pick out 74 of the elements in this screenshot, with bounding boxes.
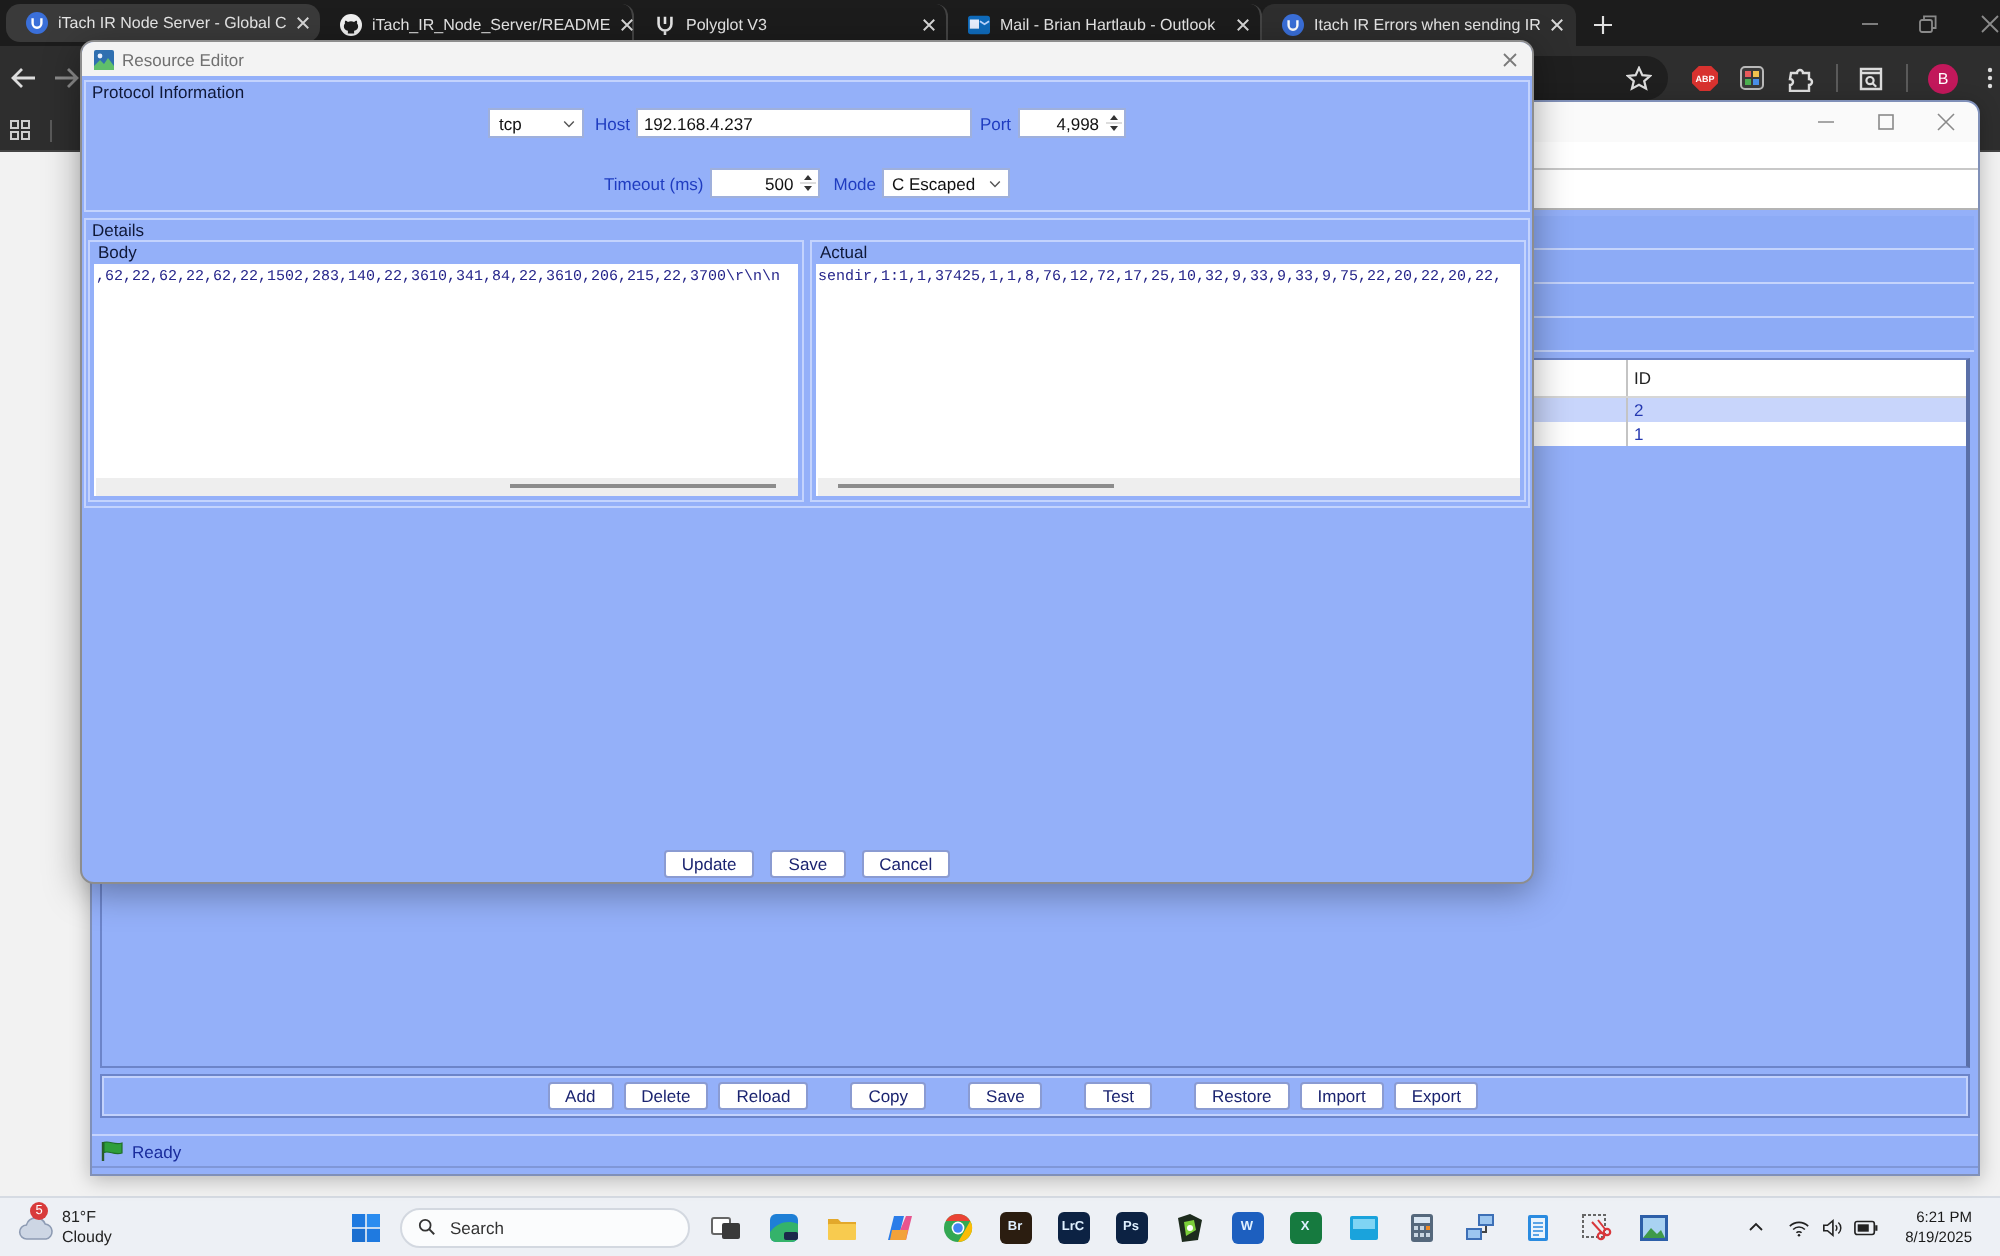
spinner-arrows-icon[interactable]	[799, 170, 816, 196]
status-text: Ready	[132, 1141, 182, 1161]
pane-title: Actual	[818, 242, 870, 262]
wifi-icon[interactable]	[1787, 1217, 1810, 1237]
host-label: Host	[594, 113, 630, 133]
landscape-picture-icon	[94, 49, 114, 69]
horizontal-scrollbar[interactable]	[96, 478, 798, 496]
restore-icon[interactable]	[1918, 13, 1938, 33]
window-title: Resource Editor	[122, 49, 244, 69]
chevron-down-icon	[562, 119, 577, 127]
toolbar-button[interactable]: Import	[1299, 1082, 1384, 1110]
browser-tab[interactable]: iTach IR Node Server - Global C	[6, 4, 320, 42]
slanted-stripes-icon[interactable]	[883, 1211, 915, 1243]
toolbar-button[interactable]: Test	[1084, 1082, 1152, 1110]
horizontal-scrollbar[interactable]	[818, 478, 1520, 496]
close-icon[interactable]	[1980, 13, 2000, 33]
dialog-button[interactable]: Update	[663, 850, 755, 878]
network-computers-icon[interactable]	[1463, 1211, 1495, 1243]
port-spinner[interactable]: 4,998	[1017, 108, 1126, 138]
disc-logo-icon	[26, 12, 48, 34]
four-squares-icon[interactable]	[352, 1213, 380, 1241]
app-logo-icon[interactable]	[767, 1211, 799, 1243]
scissors-icon[interactable]	[1579, 1211, 1611, 1243]
back-arrow-icon[interactable]	[10, 66, 36, 90]
apps-grid-icon[interactable]	[10, 120, 30, 140]
plus-icon[interactable]	[1594, 16, 1612, 34]
flag-icon	[100, 1140, 124, 1162]
weather-condition: Cloudy	[62, 1227, 112, 1247]
calculator-icon[interactable]	[1405, 1211, 1437, 1243]
cloud-icon[interactable]	[18, 1215, 54, 1239]
dialog-button[interactable]: Save	[770, 850, 846, 878]
toolbar-button[interactable]: Save	[968, 1082, 1043, 1110]
speaker-icon[interactable]	[1821, 1217, 1842, 1237]
picture-icon[interactable]	[1637, 1211, 1669, 1243]
overlapping-windows-icon[interactable]	[709, 1211, 741, 1243]
palette-icon[interactable]	[1740, 66, 1764, 90]
menu-icon[interactable]	[1986, 66, 1994, 90]
chevron-up-icon[interactable]	[1747, 1222, 1764, 1232]
toolbar-button[interactable]: Delete	[623, 1082, 709, 1110]
port-label: Port	[979, 113, 1012, 133]
spinner-arrows-icon[interactable]	[1105, 110, 1122, 136]
fork-glyph-icon	[654, 14, 676, 36]
toolbar-button[interactable]: Add	[547, 1082, 614, 1110]
search-button[interactable]: Search	[400, 1207, 690, 1247]
star-icon[interactable]	[1626, 65, 1652, 91]
profile-button[interactable]: B	[1928, 63, 1958, 93]
mode-label: Mode	[833, 173, 876, 193]
mode-dropdown[interactable]: C Escaped	[882, 168, 1010, 198]
dialog-button[interactable]: Cancel	[861, 850, 951, 878]
forward-arrow-icon[interactable]	[54, 66, 80, 90]
panel-title: Details	[90, 220, 146, 240]
toolbar-button[interactable]: Reload	[718, 1082, 809, 1110]
toolbar-button[interactable]: Restore	[1194, 1082, 1290, 1110]
puzzle-icon[interactable]	[1788, 65, 1814, 91]
search-icon	[418, 1218, 436, 1236]
cat-logo-icon	[340, 14, 362, 36]
chevron-down-icon	[988, 179, 1002, 187]
panel-title: Protocol Information	[90, 82, 247, 102]
circle-logo-icon[interactable]	[941, 1211, 973, 1243]
timeout-spinner[interactable]: 500	[709, 168, 820, 198]
temperature-text: 81°F	[62, 1207, 98, 1227]
host-field[interactable]: 192.168.4.237	[635, 108, 972, 138]
protocol-dropdown[interactable]: tcp	[488, 108, 585, 138]
pane-title: Body	[96, 242, 139, 262]
toolbar-button[interactable]: Copy	[850, 1082, 927, 1110]
toolbar-button[interactable]: Export	[1393, 1082, 1479, 1110]
envelope-icon	[968, 14, 990, 36]
disc-logo-icon	[1282, 14, 1304, 36]
battery-icon[interactable]	[1853, 1219, 1878, 1235]
tab-search-icon[interactable]	[1858, 65, 1884, 91]
table-cell: 1	[1626, 422, 1966, 446]
column-header[interactable]: ID	[1626, 360, 1966, 396]
app-logo-icon[interactable]	[1173, 1211, 1205, 1243]
timeout-label: Timeout (ms)	[603, 173, 704, 193]
